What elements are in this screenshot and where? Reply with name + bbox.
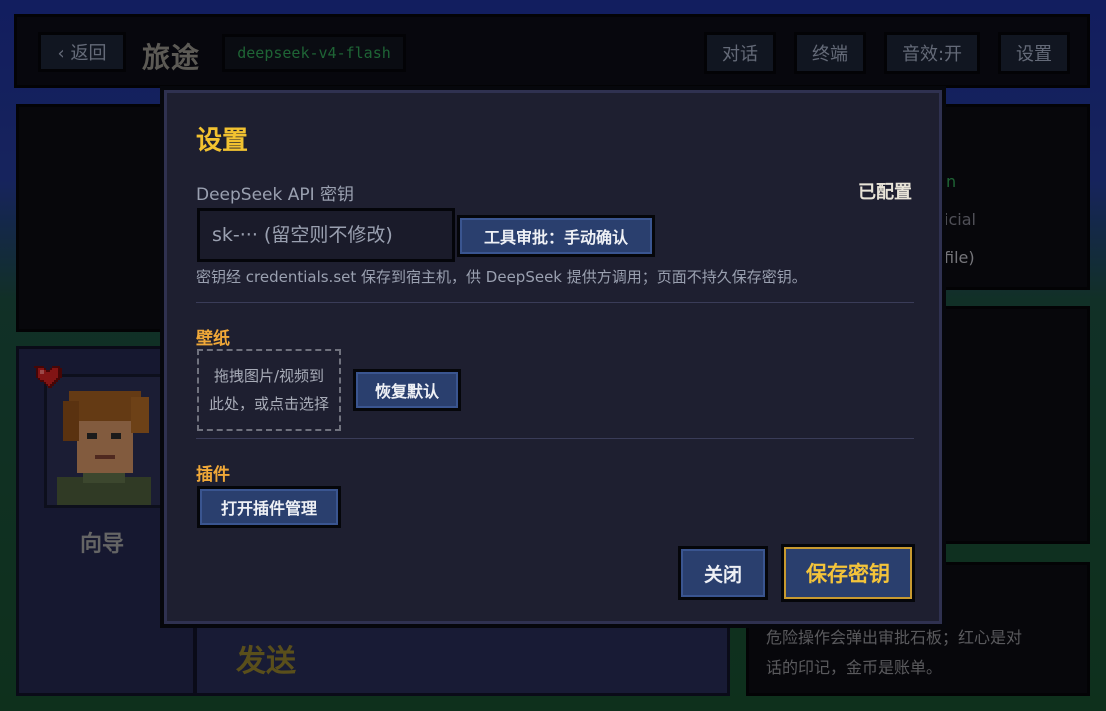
reset-wallpaper-button[interactable]: 恢复默认 <box>353 369 461 411</box>
wallpaper-dropzone[interactable]: 拖拽图片/视频到 此处，或点击选择 <box>197 349 341 431</box>
settings-title: 设置 <box>196 126 249 156</box>
wallpaper-section-title: 壁纸 <box>196 329 230 349</box>
api-key-hint: 密钥经 credentials.set 保存到宿主机，供 DeepSeek 提供… <box>196 268 807 286</box>
dropzone-line-1: 拖拽图片/视频到 <box>213 367 325 385</box>
api-key-label: DeepSeek API 密钥 <box>196 185 355 205</box>
api-key-input[interactable] <box>197 208 455 262</box>
divider <box>196 302 914 303</box>
close-button[interactable]: 关闭 <box>678 546 768 600</box>
settings-modal: 设置 DeepSeek API 密钥 已配置 工具审批：手动确认 密钥经 cre… <box>160 86 946 628</box>
tool-approval-button[interactable]: 工具审批：手动确认 <box>457 215 655 257</box>
save-key-button[interactable]: 保存密钥 <box>781 544 915 602</box>
dropzone-line-2: 此处，或点击选择 <box>208 395 329 413</box>
open-plugin-manager-button[interactable]: 打开插件管理 <box>197 486 341 528</box>
api-status-badge: 已配置 <box>858 182 912 203</box>
plugins-section-title: 插件 <box>196 465 230 485</box>
divider <box>196 438 914 439</box>
